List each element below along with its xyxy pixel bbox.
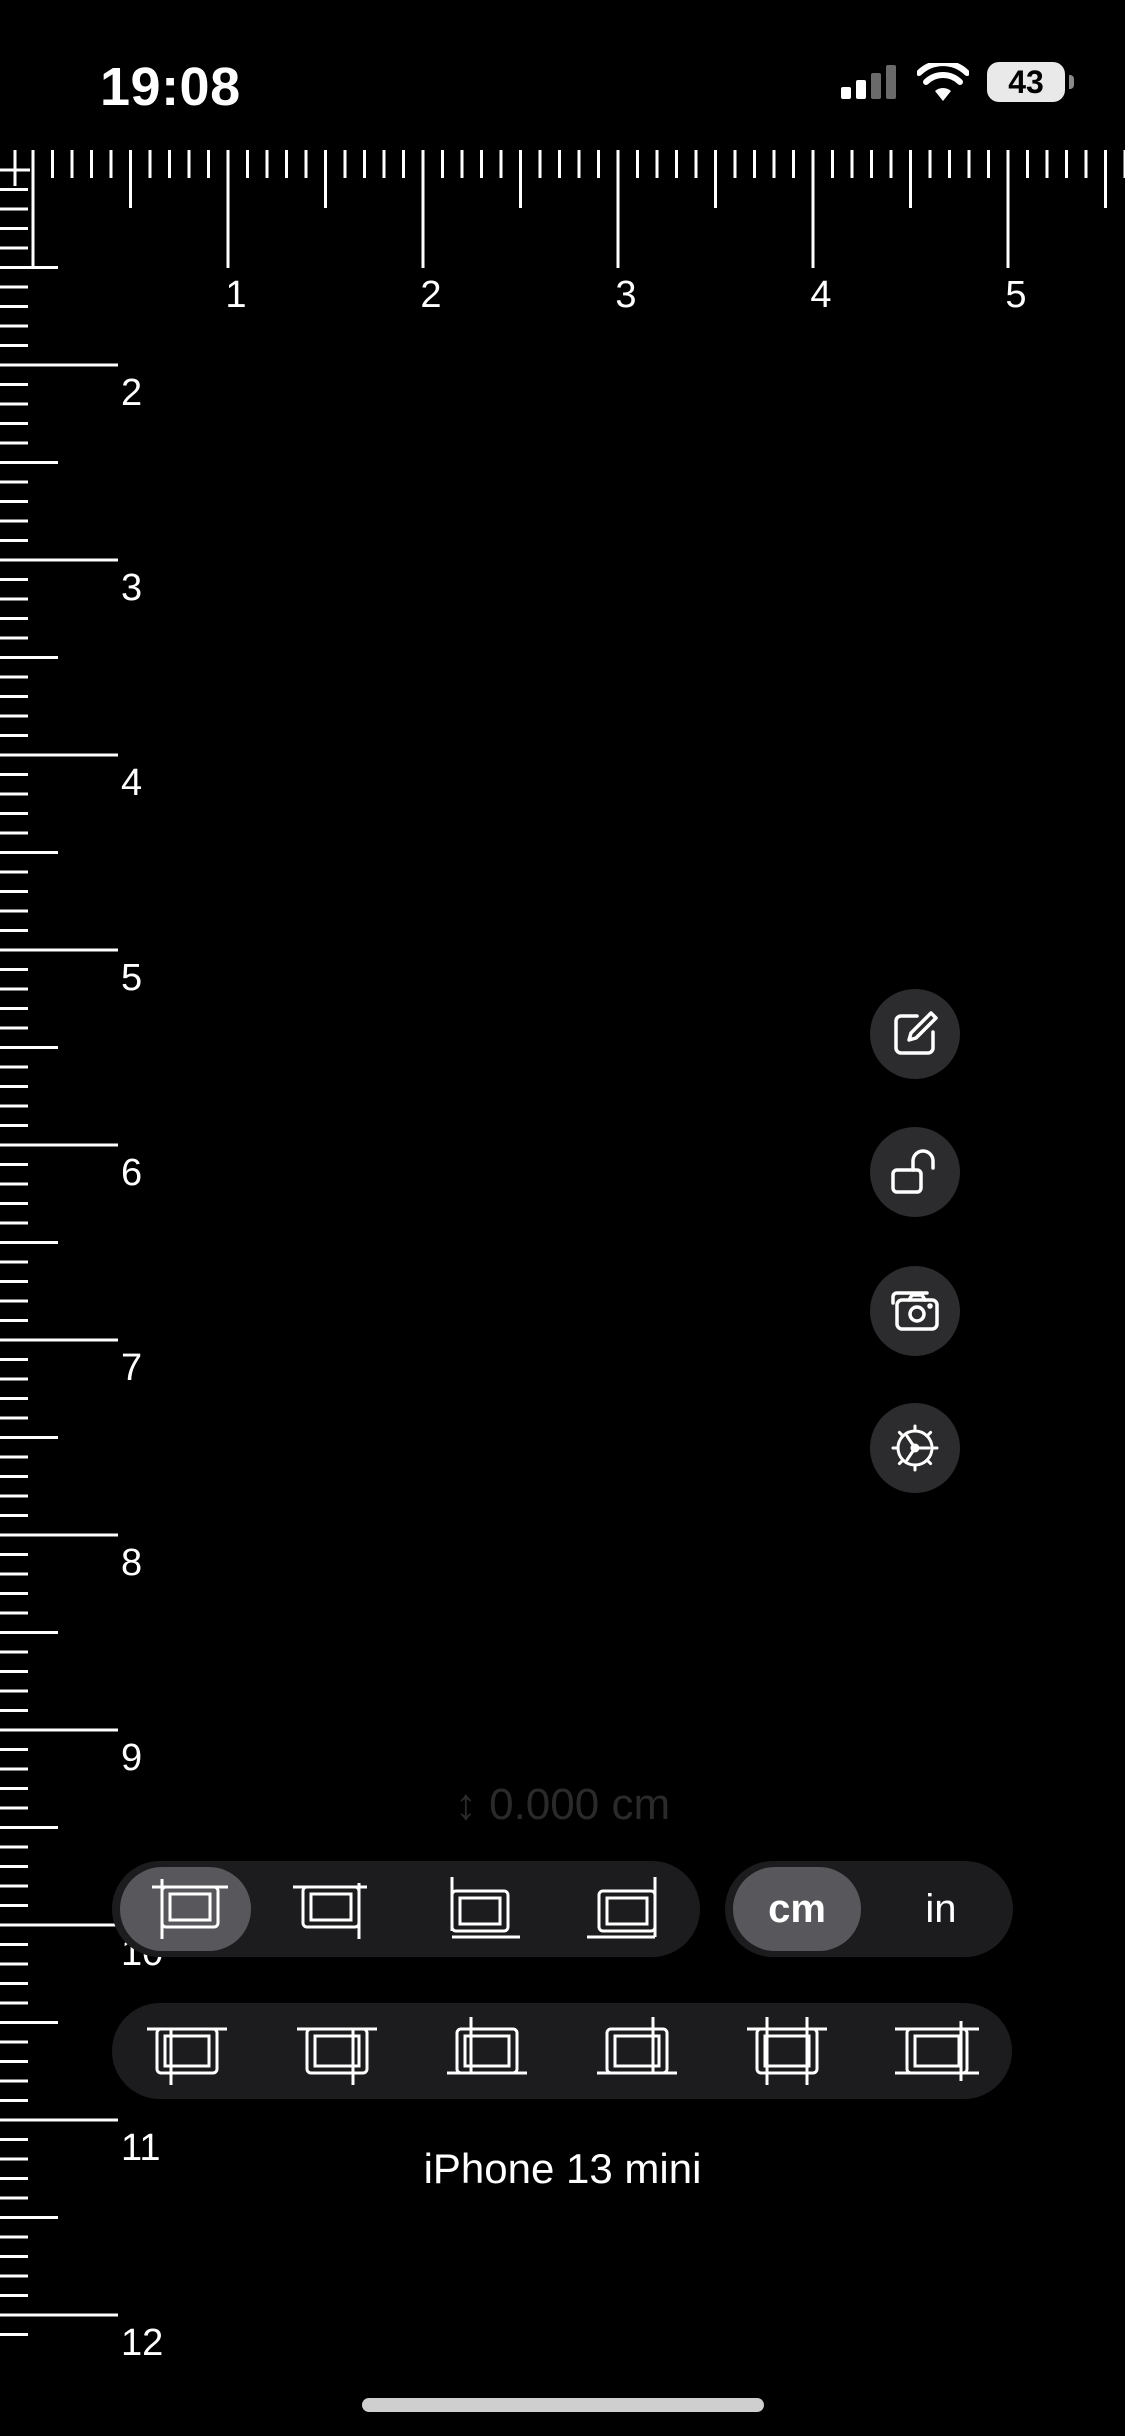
camera-icon xyxy=(891,1291,939,1331)
settings-button[interactable] xyxy=(870,1403,960,1493)
mode-bottom-right-icon xyxy=(586,1877,656,1939)
ruler-top-label-5: 5 xyxy=(1005,274,1026,316)
ruler-left-label-7: 7 xyxy=(121,1347,142,1389)
edit-button[interactable] xyxy=(870,989,960,1079)
gear-icon xyxy=(891,1424,939,1472)
device-mode-6-icon xyxy=(895,2021,979,2081)
device-mode-4-icon xyxy=(597,2017,677,2075)
device-mode-5[interactable] xyxy=(712,2003,862,2099)
ruler-left-label-5: 5 xyxy=(121,957,142,999)
device-mode-4[interactable] xyxy=(562,2003,712,2099)
ruler-left-label-4: 4 xyxy=(121,762,142,804)
mode-bottom-right[interactable] xyxy=(553,1861,700,1957)
home-indicator[interactable] xyxy=(362,2398,764,2412)
unit-cm-label: cm xyxy=(768,1886,826,1931)
ruler-top-label-3: 3 xyxy=(615,274,636,316)
measurement-readout: ↕ 0.000 cm xyxy=(454,1780,671,1829)
mode-top-left-icon xyxy=(450,1877,520,1939)
mode-segmented-control[interactable] xyxy=(112,1861,700,1957)
device-mode-3[interactable] xyxy=(412,2003,562,2099)
device-mode-2[interactable] xyxy=(262,2003,412,2099)
unlock-icon xyxy=(891,1149,935,1194)
camera-button[interactable] xyxy=(870,1266,960,1356)
mode-top-left[interactable] xyxy=(406,1861,553,1957)
ruler-left-label-2: 2 xyxy=(121,372,142,414)
mode-left-top[interactable] xyxy=(112,1861,259,1957)
unit-in-label: in xyxy=(925,1886,957,1931)
device-mode-6[interactable] xyxy=(862,2003,1012,2099)
ruler-left-label-12: 12 xyxy=(121,2322,163,2364)
device-name: iPhone 13 mini xyxy=(423,2145,702,2192)
ruler-left-label-3: 3 xyxy=(121,567,142,609)
mode-right-bottom[interactable] xyxy=(259,1861,406,1957)
lock-button[interactable] xyxy=(870,1127,960,1217)
device-mode-1[interactable] xyxy=(112,2003,262,2099)
device-mode-1-icon xyxy=(147,2027,227,2085)
ruler-left-label-6: 6 xyxy=(121,1152,142,1194)
device-mode-3-icon xyxy=(447,2017,527,2075)
ruler-top-label-2: 2 xyxy=(420,274,441,316)
unit-segmented-control[interactable]: cm in xyxy=(725,1861,1013,1957)
edit-square-icon xyxy=(894,1011,938,1055)
mode-right-bottom-icon xyxy=(292,1883,367,1939)
device-mode-control[interactable] xyxy=(112,2003,1012,2099)
ruler-left-label-8: 8 xyxy=(121,1542,142,1584)
unit-cm-button[interactable]: cm xyxy=(725,1861,869,1957)
ruler-top-label-4: 4 xyxy=(810,274,831,316)
device-mode-5-icon xyxy=(747,2017,827,2085)
unit-in-button[interactable]: in xyxy=(869,1861,1013,1957)
mode-left-top-icon xyxy=(151,1879,228,1939)
ruler-top-label-1: 1 xyxy=(225,274,246,316)
ruler-left-label-9: 9 xyxy=(121,1737,142,1779)
device-mode-2-icon xyxy=(297,2027,377,2085)
